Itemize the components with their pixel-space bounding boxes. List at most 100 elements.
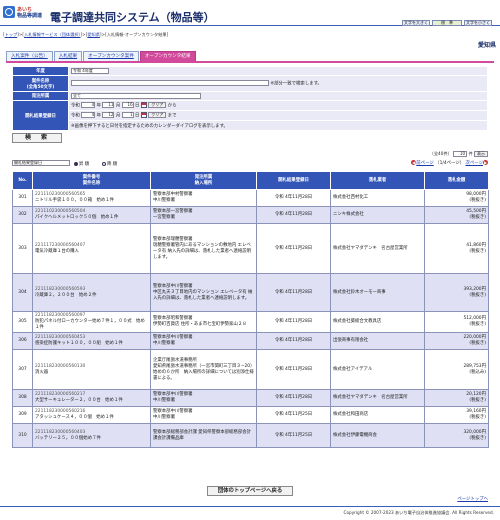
- breadcrumb: [トップ]>[入札情報サービス（団体選択）]>[愛知県]>[入札情報-オープンカ…: [3, 32, 169, 37]
- next-page-link[interactable]: 次ページ: [466, 161, 483, 166]
- row-amount: 289,753円 (税込み): [424, 349, 489, 390]
- date2-day-input[interactable]: 1: [121, 112, 134, 119]
- radio-dot-icon: [102, 161, 106, 166]
- row-case-link[interactable]: 感染症防護キット１００，００組 始め１件: [35, 341, 123, 346]
- date1-month-input[interactable]: 11: [102, 102, 115, 109]
- tab-bid-result[interactable]: 入札結果: [53, 51, 83, 61]
- row-place: 中区丸天３丁目地内のマンション エレベータ有 納入先の詳細は、落札した業者へ連絡…: [153, 289, 253, 301]
- font-standard-button[interactable]: 標 準: [432, 20, 462, 26]
- row-case-link[interactable]: 防犯パネル付ローカウンター始め７件１，００式 始め１件: [35, 319, 145, 330]
- breadcrumb-link-top[interactable]: トップ: [5, 32, 18, 37]
- row-place: 一宮警察署: [153, 215, 175, 220]
- calendar-icon[interactable]: [140, 112, 147, 119]
- tab-bid-notice[interactable]: 入札案件（公告）: [6, 51, 53, 61]
- row-case-link[interactable]: パイクヘルメットロック５０個 始め１件: [35, 215, 118, 220]
- sort-asc-radio[interactable]: 昇 順: [74, 161, 89, 167]
- row-date: 令和 4年11月28日: [256, 332, 331, 350]
- row-case-link[interactable]: 大型サーキュレーター２，００台 始め１件: [35, 398, 123, 403]
- row-dept: 警察本部昭和警察署 伊勢町百貨店 住所・あま市七宝町伊勢家山２８: [150, 311, 257, 333]
- sort-desc-radio[interactable]: 降 順: [102, 161, 117, 167]
- pager: ◀前ページ （1/4ページ） 次ページ▶: [411, 160, 488, 166]
- row-tax-note: (税抜き): [469, 215, 486, 220]
- row-no: 307: [12, 349, 33, 390]
- font-large-button[interactable]: 文字を大きく: [402, 20, 430, 26]
- date1-day-input[interactable]: 16: [121, 102, 134, 109]
- per-page-select[interactable]: 10: [453, 151, 468, 157]
- sort-desc-label: 降 順: [107, 162, 118, 167]
- date1-year-input[interactable]: 4: [81, 102, 96, 109]
- row-no: 308: [12, 389, 33, 407]
- tab-open-counter-result[interactable]: オープンカウンタ結果: [139, 51, 196, 61]
- back-to-org-top-button[interactable]: 団体のトップページへ戻る: [207, 486, 293, 496]
- case-name-input[interactable]: [71, 80, 269, 87]
- row-case-link[interactable]: 電気冷蔵庫１台の購入: [35, 249, 79, 254]
- sort-bar: 開札結果登録日 昇 順 降 順 ◀前ページ （1/4ページ） 次ページ▶: [12, 159, 488, 168]
- date-from-cell: 令和 4 年 11 月 16 日 クリア から: [68, 100, 488, 111]
- row-place: 中川警察署: [153, 398, 175, 403]
- year-label: 年度: [12, 66, 69, 76]
- row-amount: 220,000円 (税抜き): [424, 332, 489, 350]
- from-label: から: [167, 103, 177, 109]
- row-case: 221118230000560130 消火器: [32, 349, 151, 390]
- row-tax-note: (税抜き): [469, 415, 486, 420]
- date2-year-input[interactable]: 4: [81, 112, 96, 119]
- results-header-row: No. 案件番号 案件名称 発注所属 納入場所 開札結果登録日 落札業者 落札金額: [12, 171, 489, 190]
- row-date: 令和 4年11月25日: [256, 423, 331, 448]
- row-winner: 出張商事有限会社: [330, 332, 425, 350]
- row-case-link[interactable]: アタッシュケース４，００個 始め１件: [35, 415, 114, 420]
- calendar-icon[interactable]: [140, 102, 147, 109]
- row-date: 令和 4年11月28日: [256, 189, 331, 207]
- day-unit: 日: [135, 103, 140, 109]
- table-row: 305 221118230000560097 防犯パネル付ローカウンター始め７件１，…: [12, 311, 489, 333]
- row-winner: 株式会社西村化工: [330, 189, 425, 207]
- date2-clear-button[interactable]: クリア: [148, 112, 167, 119]
- row-no: 303: [12, 223, 33, 274]
- row-date: 令和 4年11月28日: [256, 206, 331, 224]
- row-dept: 警察本部中村警察署 中川警察署: [150, 189, 257, 207]
- table-row: 302 221110230000560504 パイクヘルメットロック５０個 始め１件…: [12, 206, 489, 224]
- date2-month-input[interactable]: 12: [102, 112, 115, 119]
- row-case-link[interactable]: バッテリー２５，００個始め７件: [35, 436, 101, 441]
- row-winner: 株式会社鈴木オーモー商事: [330, 273, 425, 312]
- row-place: 中川警察署: [153, 415, 175, 420]
- prev-page-link[interactable]: 前ページ: [416, 161, 433, 166]
- date-label: 開札結果登録日: [12, 100, 69, 131]
- show-button[interactable]: 表示: [474, 151, 488, 157]
- search-button[interactable]: 検 索: [12, 133, 62, 143]
- table-row: 308 221118230000560217 大型サーキュレーター２，００台 始め１…: [12, 389, 489, 407]
- next-arrow-icon[interactable]: ▶: [483, 160, 488, 165]
- per-page-unit: 件: [468, 151, 473, 156]
- row-tax-note: (税抜き): [469, 435, 486, 441]
- row-amount: 41,860円 (税抜き): [424, 223, 489, 274]
- row-date: 令和 4年11月28日: [256, 223, 331, 274]
- row-case-link[interactable]: 冷蔵庫２，２００台 始め２件: [35, 293, 96, 298]
- row-tax-note: (税抜き): [469, 322, 486, 327]
- row-case-link[interactable]: ニトリル手袋１００，００箱 始め１件: [35, 198, 114, 203]
- col-dept: 発注所属 納入場所: [150, 171, 257, 190]
- tab-underline: [6, 61, 494, 63]
- date1-clear-button[interactable]: クリア: [148, 102, 167, 109]
- breadcrumb-link-pref[interactable]: 愛知県: [87, 32, 100, 37]
- logo[interactable]: あいち 物品等調達: [3, 6, 47, 22]
- org-name: 愛知県: [477, 42, 496, 49]
- page-top-link[interactable]: ページトップへ: [457, 496, 488, 502]
- row-dept: 警察本部一宮警察署 一宮警察署: [150, 206, 257, 224]
- year-select[interactable]: 令和 4年度: [71, 67, 109, 74]
- table-row: 304 221118230000560593 冷蔵庫２，２００台 始め２件 警察本部中…: [12, 273, 489, 312]
- row-dept: 警察本部中川警察署 中川警察署: [150, 406, 257, 424]
- table-row: 301 221110230000560565 ニトリル手袋１００，００箱 始め１件警…: [12, 189, 489, 207]
- row-date: 令和 4年11月28日: [256, 311, 331, 333]
- font-small-button[interactable]: 文字を小さく: [464, 20, 492, 26]
- breadcrumb-link-service[interactable]: 入札情報サービス（団体選択）: [24, 32, 81, 37]
- row-case-link[interactable]: 消火器: [35, 370, 48, 375]
- row-date: 令和 4年11月28日: [256, 389, 331, 407]
- dept-select[interactable]: 全て: [71, 92, 201, 99]
- row-date: 令和 4年11月25日: [256, 406, 331, 424]
- row-place: 中川警察署: [153, 341, 175, 346]
- table-row: 309 221118230000560216 アタッシュケース４，００個 始め１件警…: [12, 406, 489, 424]
- row-dept-name: 警察本部総務部会計課 愛知県警察本部総務部会計課会計課備品庫: [153, 429, 251, 441]
- sort-select[interactable]: 開札結果登録日: [12, 160, 70, 166]
- col-date: 開札結果登録日: [256, 171, 331, 190]
- tab-open-counter-case[interactable]: オープンカウンタ案件: [83, 51, 139, 61]
- col-winner: 落札業者: [330, 171, 425, 190]
